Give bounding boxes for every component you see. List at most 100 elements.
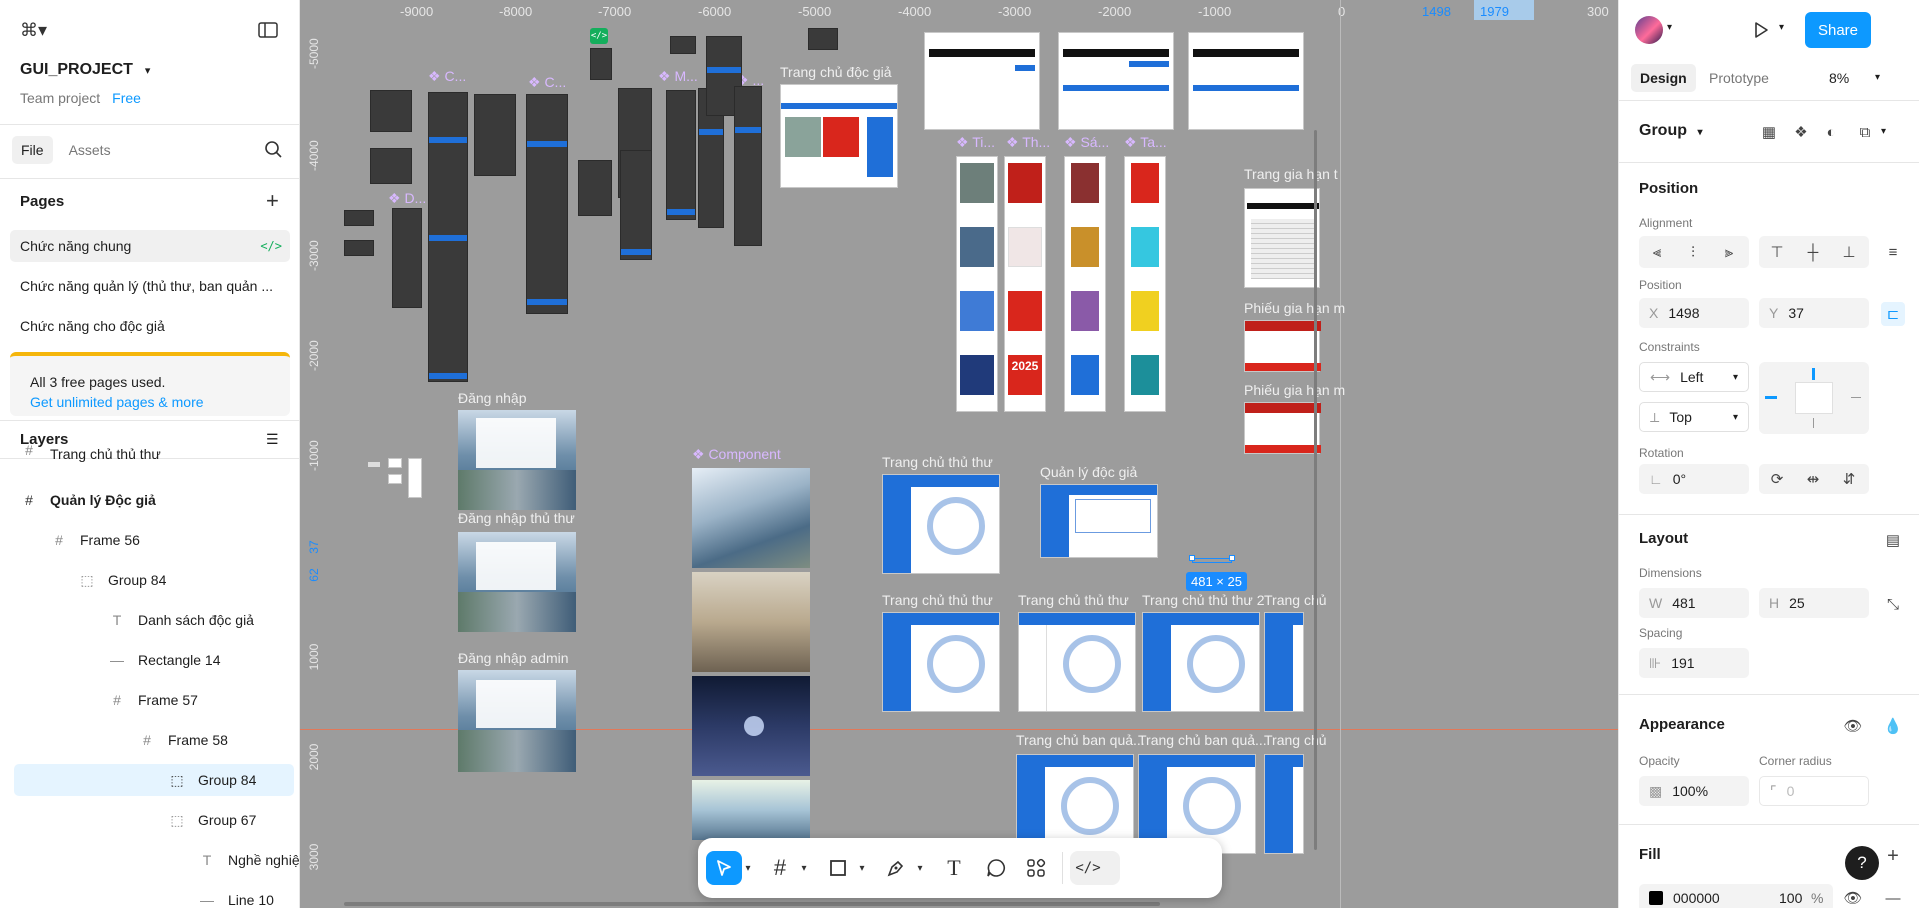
flow-column[interactable] [666,90,696,220]
comment-tool-button[interactable] [978,851,1014,885]
actions-tool-button[interactable] [1018,851,1054,885]
boolean-icon[interactable]: ⧉ [1853,120,1877,144]
figma-menu-icon[interactable]: ⌘▾ [20,20,47,41]
avatar[interactable] [1635,16,1663,44]
login-frame[interactable] [458,670,576,772]
layer-row[interactable]: — Line 10 [0,880,300,908]
layer-row[interactable]: — Rectangle 14 [0,640,300,680]
card-column[interactable] [1064,156,1106,412]
align-top-icon[interactable]: ⊤ [1765,240,1789,264]
frame-title[interactable]: ❖ Ti... [956,134,995,151]
frame-title[interactable]: Trang chủ ban quả... [1016,732,1145,748]
corner-radius-field[interactable]: ⌜ 0 [1759,776,1869,806]
align-bottom-icon[interactable]: ⊥ [1837,240,1861,264]
layer-row[interactable]: ⬚ Group 67 [0,800,300,840]
frame-title[interactable]: Quản lý độc giả [1040,464,1137,480]
horizontal-scrollbar[interactable] [344,902,1160,906]
page-item-selected[interactable]: Chức năng chung </> [10,230,290,262]
component-icon[interactable]: ❖ [1789,120,1813,144]
vertical-constraint-select[interactable]: ⟂ Top ▾ [1639,402,1749,432]
chevron-down-icon[interactable]: ▾ [740,851,756,885]
zoom-level[interactable]: 8% [1829,70,1849,86]
flow-node[interactable] [474,94,516,176]
frame-title[interactable]: Đăng nhập admin [458,650,569,666]
frame-title[interactable]: Phiếu gia hạn m [1244,300,1345,316]
project-title-row[interactable]: GUI_PROJECT ▾ [0,58,300,82]
component-image[interactable] [692,468,810,568]
frame-title[interactable]: ❖ C... [428,68,466,85]
align-center-icon[interactable]: ⫶ [1681,240,1705,264]
frame-title[interactable]: Trang chủ thủ thư [882,454,993,470]
corner-radius-value[interactable]: 0 [1787,783,1795,799]
frame-title[interactable]: ❖ C... [528,74,566,91]
selection-type[interactable]: Group ▾ [1639,122,1702,140]
y-field[interactable]: Y 37 [1759,298,1869,328]
align-right-icon[interactable]: ⫸ [1717,240,1741,264]
flow-node[interactable] [344,210,374,226]
renewal-form-frame[interactable] [1244,320,1321,372]
auto-layout-icon[interactable]: ▤ [1881,528,1905,552]
frame-title[interactable]: Phiếu gia hạn m [1244,382,1345,398]
flow-column[interactable] [734,86,762,246]
fill-visibility-eye-icon[interactable]: 👁 [1841,886,1865,908]
project-name[interactable]: GUI_PROJECT [20,61,133,79]
add-page-icon[interactable]: + [266,188,279,214]
flow-column[interactable] [526,94,568,314]
spacing-value[interactable]: 191 [1671,655,1694,671]
layer-row[interactable]: T Danh sách độc giả [0,600,300,640]
card-column[interactable] [1124,156,1166,412]
pen-tool-button[interactable] [878,851,914,885]
design-canvas[interactable]: -9000 -8000 -7000 -6000 -5000 -4000 -300… [300,0,1618,908]
frame-title[interactable]: ❖ Sá... [1064,134,1109,151]
flow-node[interactable] [670,36,696,54]
y-value[interactable]: 37 [1788,305,1804,321]
flow-node[interactable] [370,148,412,184]
librarian-home-frame[interactable] [1264,612,1304,712]
librarian-home-frame[interactable] [1018,612,1136,712]
layer-row[interactable]: ⬚ Group 84 [0,560,300,600]
layer-row-selected[interactable]: ⬚ Group 84 [14,764,294,796]
add-fill-icon[interactable]: + [1881,844,1905,868]
frame-title[interactable]: Trang gia hạn t [1244,166,1338,182]
sidebar-toggle-icon[interactable] [258,22,278,38]
tab-assets[interactable]: Assets [69,142,111,158]
admin-home-frame[interactable] [1264,754,1304,854]
flow-node[interactable] [392,208,422,308]
opacity-value[interactable]: 100% [1672,783,1708,799]
height-field[interactable]: H 25 [1759,588,1869,618]
librarian-home-frame[interactable] [882,474,1000,574]
distribute-icon[interactable]: ≡ [1881,240,1905,264]
chevron-down-icon[interactable]: ▾ [145,64,151,77]
blend-mode-icon[interactable]: 💧 [1881,714,1905,738]
fill-opacity-value[interactable]: 100 [1779,890,1802,906]
flip-horizontal-icon[interactable]: ⇹ [1801,467,1825,491]
rotate-icon[interactable]: ⟳ [1765,467,1789,491]
page-item[interactable]: Chức năng cho độc giả [0,310,300,342]
width-field[interactable]: W 481 [1639,588,1749,618]
selection-box[interactable] [1189,555,1235,563]
frame-title[interactable]: Trang chủ thủ thư [1018,592,1129,608]
code-badge[interactable]: </> [590,28,608,44]
flip-vertical-icon[interactable]: ⇵ [1837,467,1861,491]
librarian-home-frame[interactable] [1142,612,1260,712]
height-value[interactable]: 25 [1789,595,1805,611]
frame-title[interactable]: ❖ Th... [1006,134,1050,151]
search-icon[interactable] [264,140,282,161]
chevron-down-icon[interactable]: ▾ [1667,22,1672,33]
share-button[interactable]: Share [1805,12,1871,48]
card-column[interactable]: 2025 [1004,156,1046,412]
frame-title[interactable]: Trang chủ thủ thư [882,592,993,608]
tab-prototype[interactable]: Prototype [1709,70,1769,86]
frame-title[interactable]: Trang chủ [1264,592,1327,608]
chevron-down-icon[interactable]: ▾ [1881,126,1886,137]
flow-column[interactable] [620,150,652,260]
login-frame[interactable] [458,410,576,510]
component-image[interactable] [692,780,810,840]
horizontal-constraint-select[interactable]: ⟷ Left ▾ [1639,362,1749,392]
frame-title[interactable]: Trang chủ ban quả... [1138,732,1267,748]
frame-title[interactable]: ❖ M... [658,68,698,85]
card-column[interactable] [956,156,998,412]
chevron-down-icon[interactable]: ▾ [796,851,812,885]
tab-file[interactable]: File [12,136,53,164]
text-tool-button[interactable]: T [936,851,972,885]
